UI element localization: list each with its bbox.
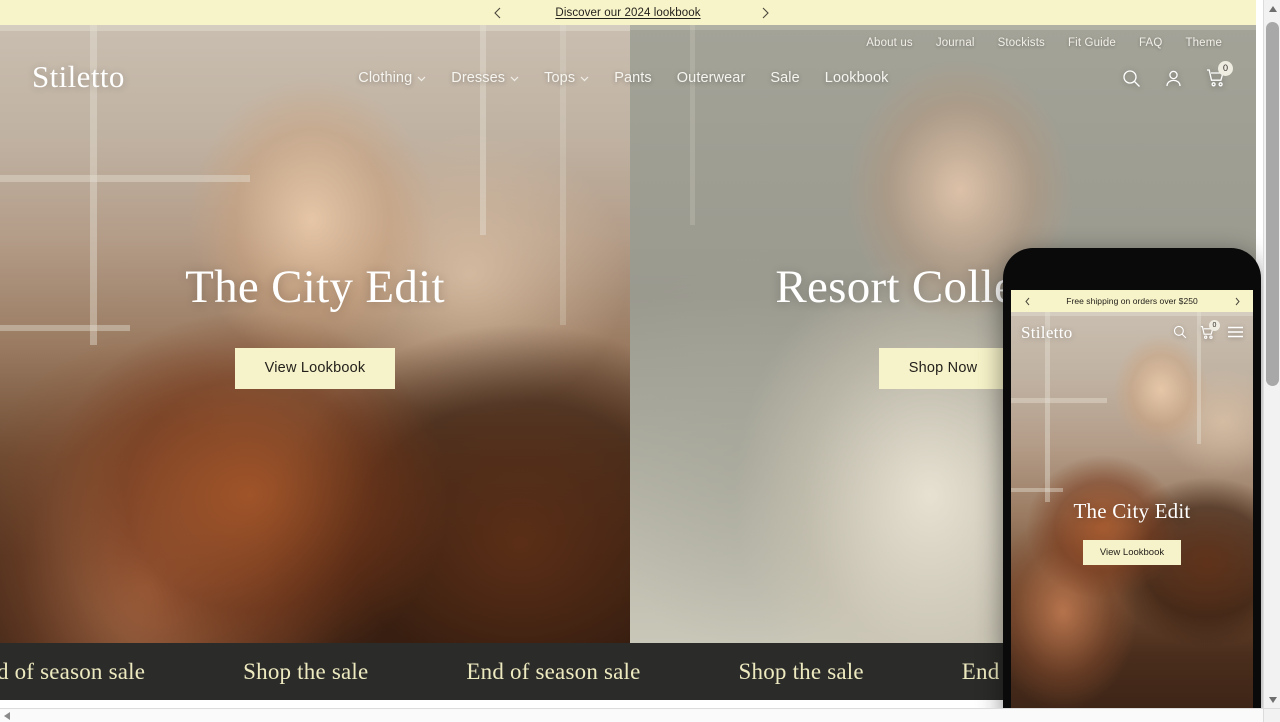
utility-link-journal[interactable]: Journal xyxy=(936,37,975,49)
nav-item-dresses[interactable]: Dresses xyxy=(451,70,519,86)
marquee-item[interactable]: End of season sale xyxy=(0,659,194,685)
horizontal-scrollbar[interactable] xyxy=(0,708,1280,722)
mobile-hero-title: The City Edit xyxy=(1073,498,1191,523)
search-icon[interactable] xyxy=(1122,69,1141,88)
hero-cta-shop-now[interactable]: Shop Now xyxy=(878,348,1008,389)
mobile-hero: Stiletto 0 The City Edit View Lookbook xyxy=(1011,312,1253,722)
cart-icon[interactable]: 0 xyxy=(1206,61,1233,88)
site-logo[interactable]: Stiletto xyxy=(32,61,125,92)
cart-count-badge: 0 xyxy=(1218,61,1233,76)
nav-item-lookbook[interactable]: Lookbook xyxy=(825,70,889,86)
mobile-logo[interactable]: Stiletto xyxy=(1021,324,1173,341)
nav-item-clothing-label: Clothing xyxy=(358,70,413,86)
scroll-left-arrow-icon[interactable] xyxy=(0,709,14,722)
search-icon[interactable] xyxy=(1173,325,1187,339)
mobile-announcement-prev-button[interactable] xyxy=(1017,290,1037,312)
mobile-announcement-text[interactable]: Free shipping on orders over $250 xyxy=(1066,296,1198,306)
nav-item-clothing[interactable]: Clothing xyxy=(358,70,426,86)
cart-icon[interactable]: 0 xyxy=(1200,319,1220,340)
marquee-item[interactable]: Shop the sale xyxy=(194,659,417,685)
utility-nav: About us Journal Stockists Fit Guide FAQ… xyxy=(0,25,1256,49)
mobile-announcement-next-button[interactable] xyxy=(1227,290,1247,312)
utility-link-fit-guide[interactable]: Fit Guide xyxy=(1068,37,1116,49)
scroll-up-arrow-icon[interactable] xyxy=(1264,0,1280,17)
utility-link-stockists[interactable]: Stockists xyxy=(998,37,1045,49)
utility-link-faq[interactable]: FAQ xyxy=(1139,37,1162,49)
mobile-cart-count-badge: 0 xyxy=(1209,319,1220,331)
mobile-header-actions: 0 xyxy=(1173,319,1243,340)
main-header-row: Stiletto Clothing Dresses Tops Pants Out… xyxy=(0,49,1256,101)
announcement-bar: Discover our 2024 lookbook xyxy=(0,0,1256,25)
hero-content-city-edit: The City Edit View Lookbook xyxy=(0,25,630,643)
nav-item-tops-label: Tops xyxy=(544,70,576,86)
hero-cta-view-lookbook[interactable]: View Lookbook xyxy=(234,348,396,389)
chevron-down-icon xyxy=(510,70,519,86)
mobile-hero-content: The City Edit View Lookbook xyxy=(1011,312,1253,722)
scrollbar-corner xyxy=(1263,708,1280,722)
announcement-prev-button[interactable] xyxy=(484,0,510,25)
hamburger-menu-icon[interactable] xyxy=(1228,326,1243,338)
vertical-scrollbar-thumb[interactable] xyxy=(1266,22,1279,386)
mobile-preview-frame[interactable]: Free shipping on orders over $250 Stilet… xyxy=(1003,248,1261,722)
marquee-item[interactable]: End of season sale xyxy=(417,659,689,685)
mobile-hero-cta[interactable]: View Lookbook xyxy=(1082,539,1182,566)
mobile-preview-screen: Free shipping on orders over $250 Stilet… xyxy=(1011,290,1253,722)
header-actions: 0 xyxy=(1122,61,1233,88)
utility-link-about-us[interactable]: About us xyxy=(866,37,913,49)
nav-item-outerwear[interactable]: Outerwear xyxy=(677,70,746,86)
announcement-next-button[interactable] xyxy=(752,0,778,25)
announcement-text[interactable]: Discover our 2024 lookbook xyxy=(555,7,700,19)
screen: Discover our 2024 lookbook The City Edit… xyxy=(0,0,1280,722)
hero-title-city-edit: The City Edit xyxy=(185,261,445,314)
utility-link-theme[interactable]: Theme xyxy=(1185,37,1222,49)
chevron-down-icon xyxy=(580,70,589,86)
main-nav: Clothing Dresses Tops Pants Outerwear Sa… xyxy=(125,70,1122,86)
vertical-scrollbar[interactable] xyxy=(1263,0,1280,708)
nav-item-tops[interactable]: Tops xyxy=(544,70,589,86)
site-header: About us Journal Stockists Fit Guide FAQ… xyxy=(0,25,1256,101)
scroll-down-arrow-icon[interactable] xyxy=(1264,691,1280,708)
hero-slide-city-edit[interactable]: The City Edit View Lookbook xyxy=(0,25,630,643)
nav-item-dresses-label: Dresses xyxy=(451,70,506,86)
marquee-item[interactable]: Shop the sale xyxy=(690,659,913,685)
nav-item-sale[interactable]: Sale xyxy=(770,70,799,86)
account-icon[interactable] xyxy=(1164,69,1183,88)
mobile-header: Stiletto 0 xyxy=(1011,312,1253,352)
chevron-down-icon xyxy=(417,70,426,86)
nav-item-pants[interactable]: Pants xyxy=(614,70,652,86)
mobile-announcement-bar: Free shipping on orders over $250 xyxy=(1011,290,1253,312)
